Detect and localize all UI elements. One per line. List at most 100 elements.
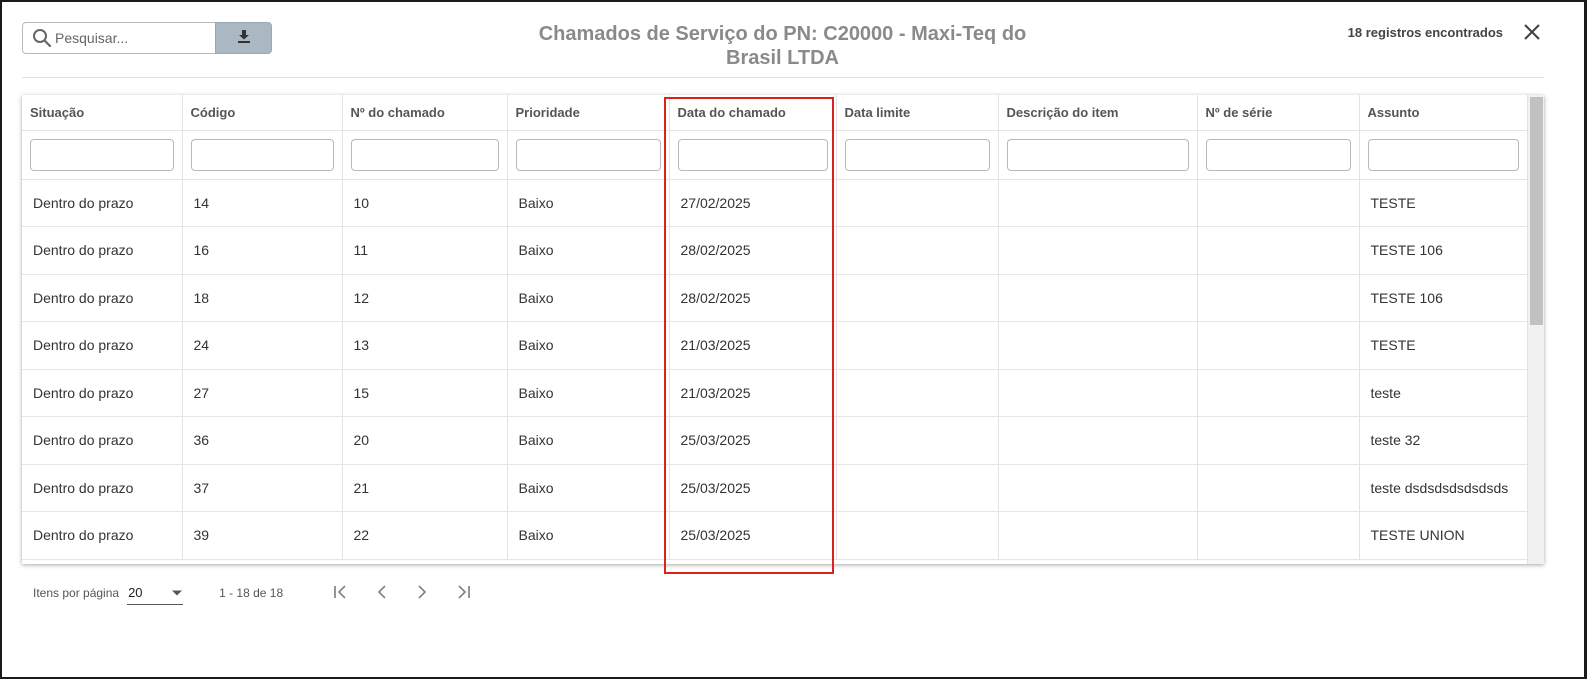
previous-page-button[interactable]: [362, 583, 402, 605]
cell-numero-chamado: 10: [342, 179, 508, 227]
table-row[interactable]: Dentro do prazo 27 15 Baixo 21/03/2025 teste: [22, 369, 1527, 417]
cell-prioridade: Baixo: [507, 464, 670, 512]
cell-assunto: teste dsdsdsdsdsdsds: [1359, 464, 1527, 512]
cell-descricao-item: [998, 416, 1198, 465]
filter-input-numero-chamado[interactable]: [350, 138, 499, 171]
filter-input-data-limite[interactable]: [844, 138, 990, 171]
cell-situacao: Dentro do prazo: [22, 321, 183, 370]
table-row[interactable]: Dentro do prazo 39 22 Baixo 25/03/2025 TESTE …: [22, 511, 1527, 560]
column-header-numero-serie[interactable]: Nº de série: [1197, 95, 1360, 131]
cell-situacao: Dentro do prazo: [22, 369, 183, 417]
cell-numero-chamado: 11: [342, 226, 508, 275]
cell-numero-chamado: 12: [342, 274, 508, 322]
cell-numero-serie: [1197, 274, 1360, 322]
cell-prioridade: Baixo: [507, 321, 670, 370]
cell-assunto: TESTE: [1359, 179, 1527, 227]
cell-descricao-item: [998, 369, 1198, 417]
cell-prioridade: Baixo: [507, 416, 670, 465]
cell-data-chamado: 21/03/2025: [669, 321, 837, 370]
first-page-button[interactable]: [322, 583, 362, 605]
column-header-data-limite[interactable]: Data limite: [836, 95, 999, 131]
cell-data-limite: [836, 511, 999, 560]
cell-codigo: 39: [182, 511, 343, 560]
scrollbar-thumb[interactable]: [1530, 97, 1543, 325]
cell-numero-chamado: 15: [342, 369, 508, 417]
table-row[interactable]: Dentro do prazo 36 20 Baixo 25/03/2025 teste …: [22, 416, 1527, 465]
first-page-icon: [333, 584, 351, 605]
previous-page-icon: [376, 584, 388, 605]
page-range-label: 1 - 18 de 18: [219, 586, 284, 600]
next-page-icon: [416, 584, 428, 605]
cell-assunto: teste 32: [1359, 416, 1527, 465]
cell-data-chamado: 27/02/2025: [669, 179, 837, 227]
column-header-data-chamado[interactable]: Data do chamado: [669, 95, 837, 131]
cell-data-limite: [836, 226, 999, 275]
cell-assunto: TESTE 106: [1359, 274, 1527, 322]
table-row[interactable]: Dentro do prazo 24 13 Baixo 21/03/2025 TESTE: [22, 321, 1527, 370]
filter-input-descricao-item[interactable]: [1006, 138, 1189, 171]
cell-data-limite: [836, 274, 999, 322]
items-per-page-select[interactable]: 20: [127, 581, 184, 605]
cell-numero-chamado: 21: [342, 464, 508, 512]
cell-data-limite: [836, 321, 999, 370]
column-header-descricao-item[interactable]: Descrição do item: [998, 95, 1198, 131]
table-row[interactable]: Dentro do prazo 18 12 Baixo 28/02/2025 TESTE …: [22, 274, 1527, 322]
cell-numero-serie: [1197, 369, 1360, 417]
cell-situacao: Dentro do prazo: [22, 226, 183, 275]
cell-codigo: 27: [182, 369, 343, 417]
filter-input-data-chamado[interactable]: [677, 138, 828, 171]
column-header-codigo[interactable]: Código: [182, 95, 343, 131]
cell-data-chamado: 25/03/2025: [669, 464, 837, 512]
cell-codigo: 36: [182, 416, 343, 465]
cell-codigo: 37: [182, 464, 343, 512]
cell-situacao: Dentro do prazo: [22, 179, 183, 227]
cell-situacao: Dentro do prazo: [22, 416, 183, 465]
dropdown-arrow-icon: [171, 585, 183, 600]
cell-descricao-item: [998, 464, 1198, 512]
last-page-icon: [453, 584, 471, 605]
search-field[interactable]: [22, 22, 216, 54]
cell-situacao: Dentro do prazo: [22, 511, 183, 560]
column-header-situacao[interactable]: Situação: [22, 95, 183, 131]
search-input[interactable]: [55, 30, 205, 46]
column-header-assunto[interactable]: Assunto: [1359, 95, 1527, 131]
cell-data-limite: [836, 416, 999, 465]
table-scrollbar[interactable]: [1527, 95, 1544, 564]
search-icon: [31, 27, 53, 49]
cell-descricao-item: [998, 321, 1198, 370]
filter-input-numero-serie[interactable]: [1205, 138, 1351, 171]
cell-prioridade: Baixo: [507, 226, 670, 275]
cell-codigo: 24: [182, 321, 343, 370]
column-header-prioridade[interactable]: Prioridade: [507, 95, 670, 131]
filter-input-prioridade[interactable]: [515, 138, 661, 171]
cell-prioridade: Baixo: [507, 369, 670, 417]
cell-descricao-item: [998, 226, 1198, 275]
cell-numero-serie: [1197, 416, 1360, 465]
page-navigation: [322, 583, 482, 605]
close-button[interactable]: [1522, 22, 1542, 42]
table-row[interactable]: Dentro do prazo 14 10 Baixo 27/02/2025 TESTE: [22, 179, 1527, 227]
cell-data-chamado: 25/03/2025: [669, 416, 837, 465]
filter-input-situacao[interactable]: [30, 138, 174, 171]
cell-numero-chamado: 13: [342, 321, 508, 370]
items-per-page-value: 20: [128, 585, 143, 600]
cell-codigo: 14: [182, 179, 343, 227]
cell-numero-serie: [1197, 464, 1360, 512]
table-row[interactable]: Dentro do prazo 37 21 Baixo 25/03/2025 teste …: [22, 464, 1527, 512]
next-page-button[interactable]: [402, 583, 442, 605]
download-button[interactable]: [215, 22, 272, 54]
cell-situacao: Dentro do prazo: [22, 274, 183, 322]
cell-numero-serie: [1197, 321, 1360, 370]
table-row[interactable]: Dentro do prazo 16 11 Baixo 28/02/2025 TESTE …: [22, 226, 1527, 275]
filter-input-codigo[interactable]: [190, 138, 334, 171]
cell-data-chamado: 28/02/2025: [669, 274, 837, 322]
last-page-button[interactable]: [442, 583, 482, 605]
cell-numero-serie: [1197, 226, 1360, 275]
column-header-numero-chamado[interactable]: Nº do chamado: [342, 95, 508, 131]
cell-prioridade: Baixo: [507, 274, 670, 322]
download-icon: [237, 29, 251, 48]
filter-input-assunto[interactable]: [1367, 138, 1519, 171]
cell-numero-chamado: 20: [342, 416, 508, 465]
dialog-title: Chamados de Serviço do PN: C20000 - Maxi…: [538, 23, 1027, 69]
cell-situacao: Dentro do prazo: [22, 464, 183, 512]
